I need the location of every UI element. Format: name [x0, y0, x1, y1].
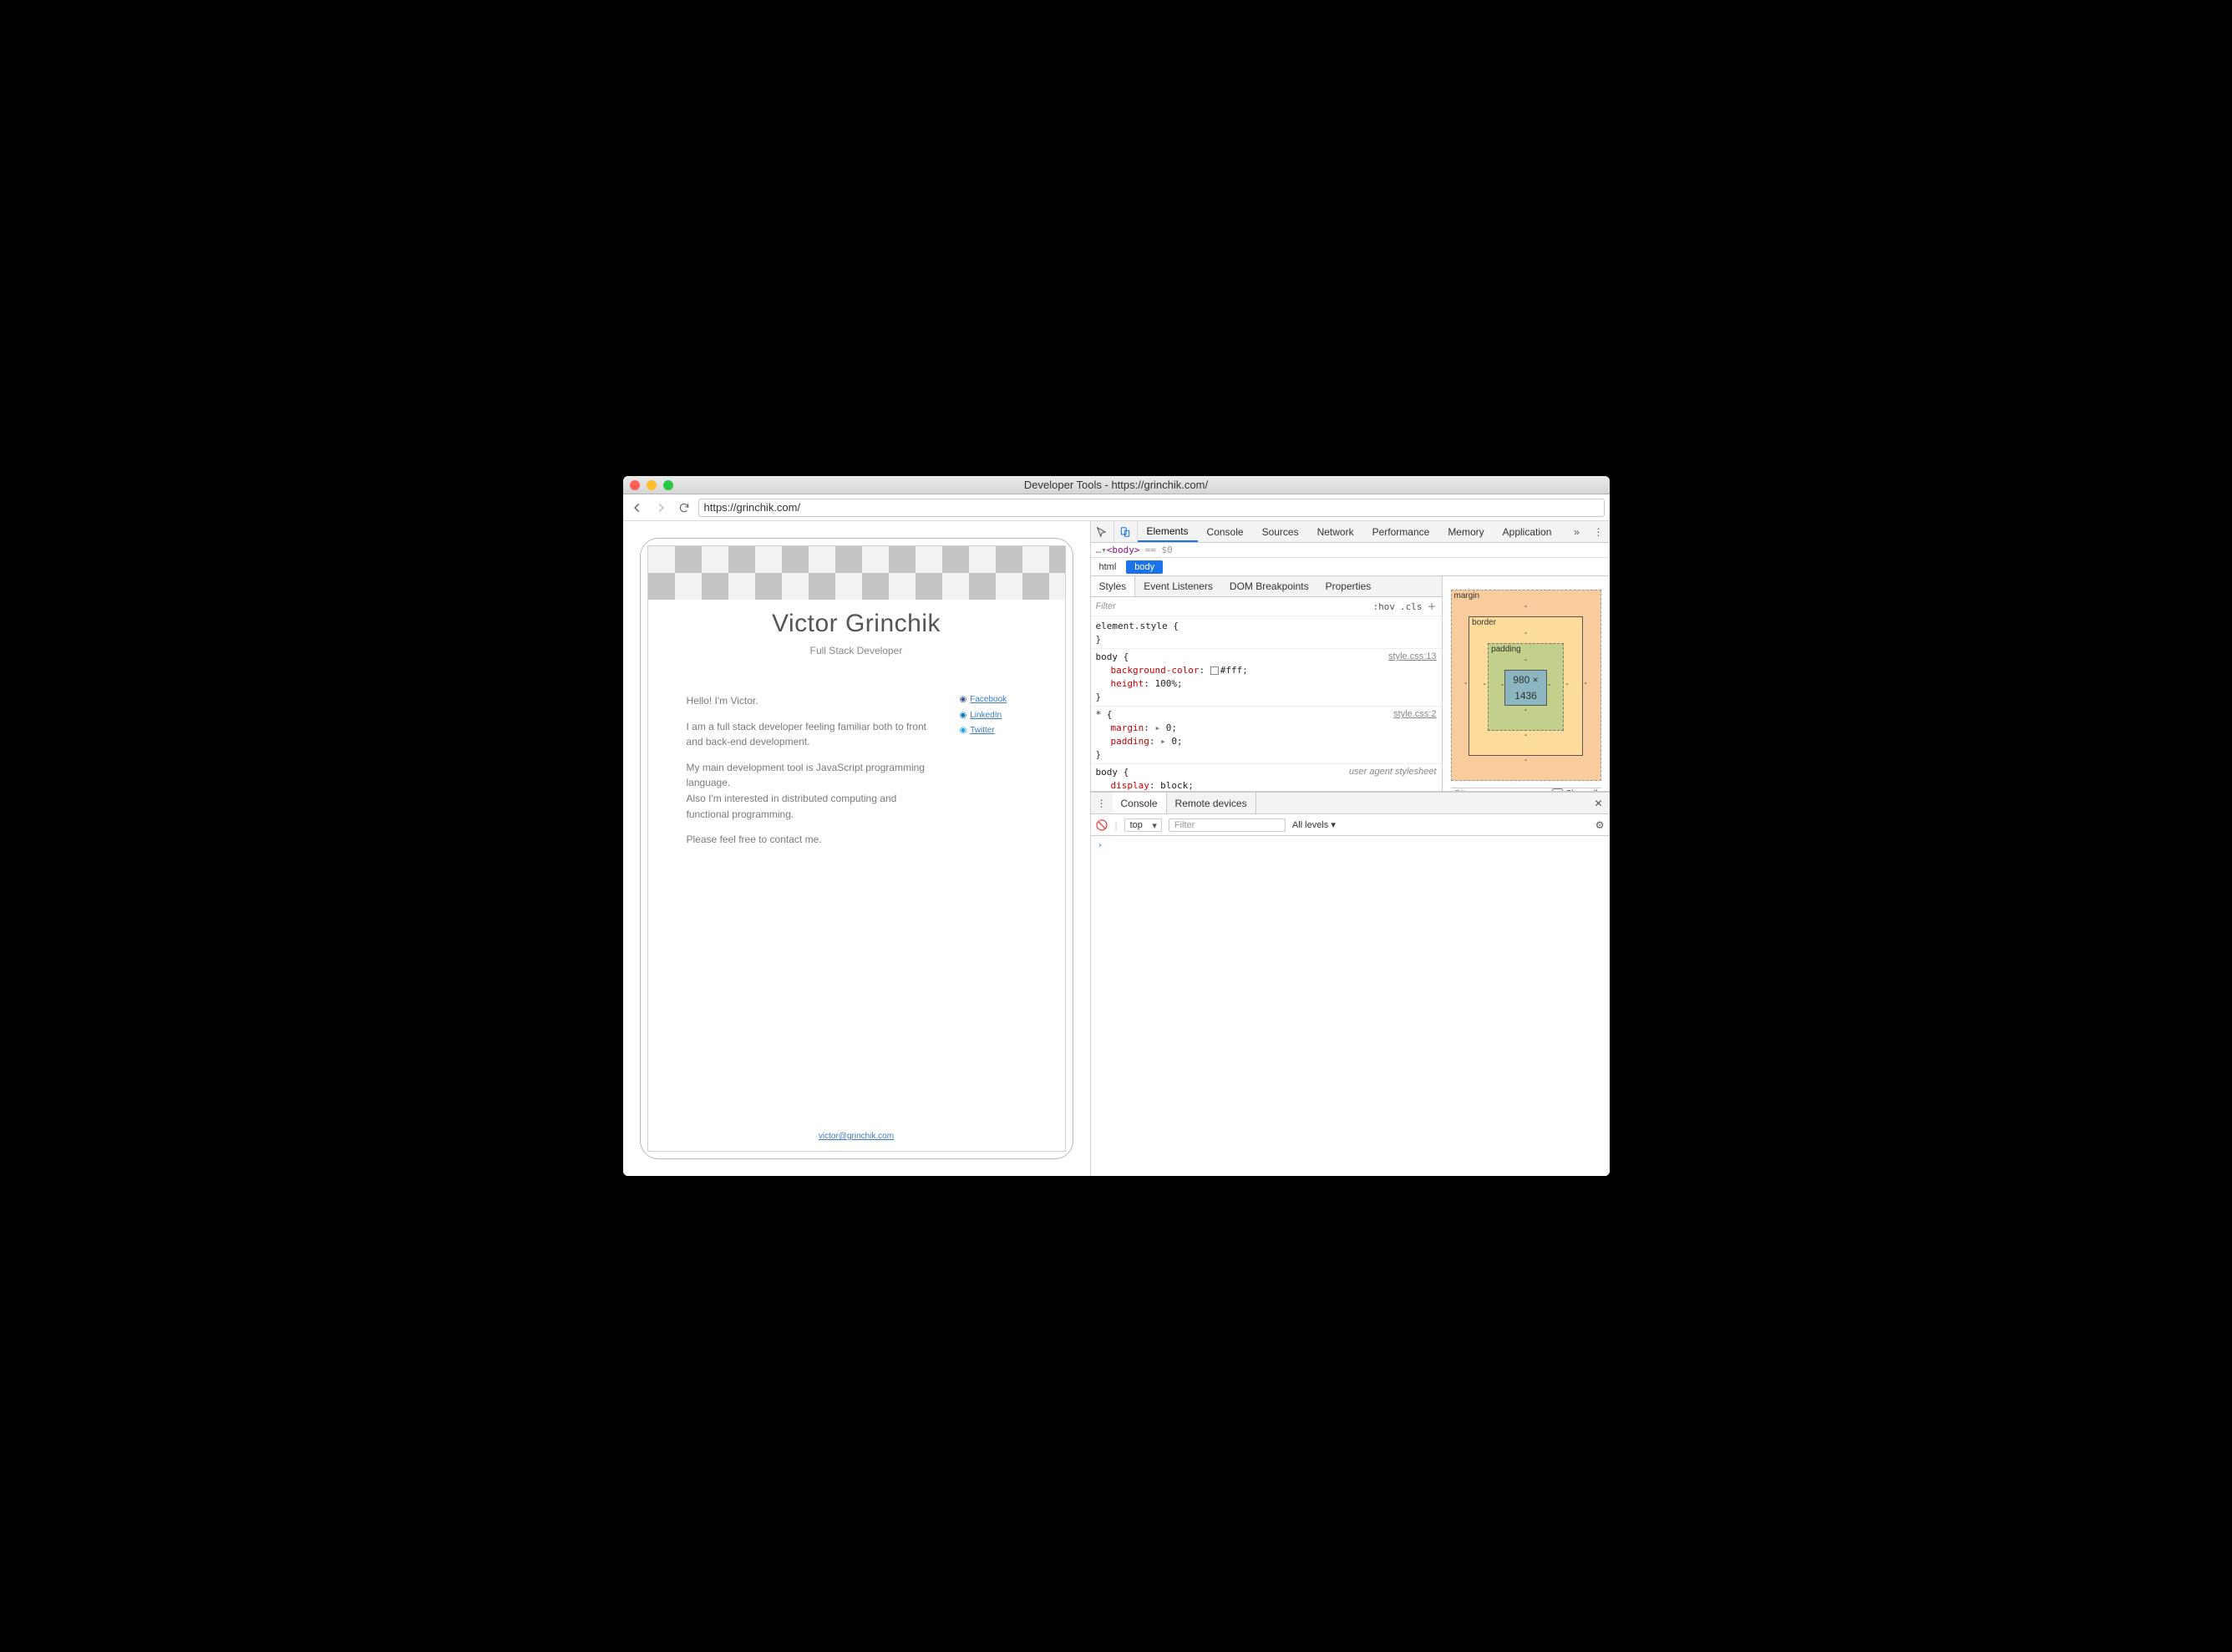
tabs-overflow-icon[interactable]: » — [1566, 526, 1588, 538]
paragraph: Please feel free to contact me. — [687, 832, 940, 848]
tab-performance[interactable]: Performance — [1363, 521, 1439, 542]
paragraph: My main development tool is JavaScript p… — [687, 760, 940, 822]
elements-selected-node[interactable]: …▾ <body> == $0 — [1091, 543, 1610, 558]
tab-memory[interactable]: Memory — [1438, 521, 1493, 542]
console-toolbar: 🚫 | top Filter All levels ▾ ⚙ — [1091, 814, 1610, 836]
subtab-properties[interactable]: Properties — [1317, 576, 1380, 596]
reload-button[interactable] — [675, 499, 693, 517]
minimize-window-button[interactable] — [647, 480, 657, 490]
devtools-menu-icon[interactable]: ⋮ — [1588, 526, 1610, 538]
facebook-icon: ◉ — [960, 693, 967, 707]
styles-subtabs: Styles Event Listeners DOM Breakpoints P… — [1091, 576, 1442, 597]
tab-elements[interactable]: Elements — [1138, 521, 1198, 542]
boxmodel-content[interactable]: 980 × 1436 — [1504, 670, 1548, 706]
crumb-html[interactable]: html — [1091, 560, 1125, 574]
vdivider: | — [1114, 819, 1117, 831]
page-paragraphs: Hello! I'm Victor. I am a full stack dev… — [687, 693, 940, 858]
social-label[interactable]: Twitter — [970, 724, 994, 737]
crumb-body[interactable]: body — [1126, 560, 1163, 574]
tab-network[interactable]: Network — [1308, 521, 1363, 542]
drawer-tab-remote-devices[interactable]: Remote devices — [1167, 793, 1256, 813]
boxmodel-padding[interactable]: padding - - 980 × 1436 - - — [1488, 643, 1564, 731]
page-heading: Victor Grinchik — [648, 610, 1065, 638]
boxmodel-margin[interactable]: margin - - border - - padding - - — [1451, 590, 1601, 781]
social-link[interactable]: ◉ Facebook — [960, 693, 1027, 707]
console-drawer: ⋮ Console Remote devices ✕ 🚫 | top Filte… — [1091, 792, 1610, 1176]
inspect-icon[interactable] — [1091, 521, 1114, 543]
social-link[interactable]: ◉ Twitter — [960, 724, 1027, 737]
main-split: Victor Grinchik Full Stack Developer Hel… — [623, 521, 1610, 1176]
console-filter-input[interactable]: Filter — [1169, 818, 1286, 832]
clear-console-icon[interactable]: 🚫 — [1096, 819, 1108, 831]
titlebar: Developer Tools - https://grinchik.com/ — [623, 476, 1610, 494]
console-body[interactable]: › — [1091, 836, 1610, 1176]
drawer-tabs: ⋮ Console Remote devices ✕ — [1091, 793, 1610, 814]
drawer-menu-icon[interactable]: ⋮ — [1091, 798, 1113, 809]
url-bar[interactable]: https://grinchik.com/ — [698, 499, 1605, 517]
url-text: https://grinchik.com/ — [704, 501, 801, 514]
email-link[interactable]: victor@grinchik.com — [819, 1132, 894, 1141]
maximize-window-button[interactable] — [663, 480, 673, 490]
traffic-lights — [623, 480, 673, 490]
dom-tag: <body> — [1107, 545, 1140, 555]
tab-console[interactable]: Console — [1198, 521, 1253, 542]
paragraph: Hello! I'm Victor. — [687, 693, 940, 709]
context-dropdown[interactable]: top — [1124, 818, 1162, 832]
social-label[interactable]: LinkedIn — [970, 709, 1002, 722]
social-label[interactable]: Facebook — [970, 693, 1007, 707]
styles-pane: Styles Event Listeners DOM Breakpoints P… — [1091, 576, 1443, 791]
devtools-window: Developer Tools - https://grinchik.com/ … — [623, 476, 1610, 1176]
devtools-panel: Elements Console Sources Network Perform… — [1091, 521, 1610, 1176]
device-toggle-icon[interactable] — [1114, 521, 1138, 543]
log-levels-dropdown[interactable]: All levels ▾ — [1292, 819, 1336, 830]
page-hero: Victor Grinchik Full Stack Developer — [648, 600, 1065, 663]
rendered-page[interactable]: Victor Grinchik Full Stack Developer Hel… — [647, 545, 1066, 1152]
boxmodel-pane: margin - - border - - padding - - — [1443, 576, 1610, 791]
sidebar-panes: Styles Event Listeners DOM Breakpoints P… — [1091, 576, 1610, 792]
viewport-panel: Victor Grinchik Full Stack Developer Hel… — [623, 521, 1091, 1176]
page-socials: ◉ Facebook ◉ LinkedIn ◉ Twitter — [960, 693, 1027, 858]
browser-toolbar: https://grinchik.com/ — [623, 494, 1610, 521]
tab-application[interactable]: Application — [1494, 521, 1561, 542]
page-content: Hello! I'm Victor. I am a full stack dev… — [648, 663, 1065, 858]
close-window-button[interactable] — [630, 480, 640, 490]
devtools-tabs: Elements Console Sources Network Perform… — [1091, 521, 1610, 543]
back-button[interactable] — [628, 499, 647, 517]
forward-button[interactable] — [652, 499, 670, 517]
subtab-event-listeners[interactable]: Event Listeners — [1135, 576, 1221, 596]
drawer-tab-console[interactable]: Console — [1113, 793, 1167, 813]
subtab-dom-breakpoints[interactable]: DOM Breakpoints — [1221, 576, 1317, 596]
device-frame: Victor Grinchik Full Stack Developer Hel… — [640, 538, 1073, 1159]
window-title: Developer Tools - https://grinchik.com/ — [623, 479, 1610, 491]
paragraph: I am a full stack developer feeling fami… — [687, 719, 940, 750]
console-prompt: › — [1098, 839, 1103, 850]
social-link[interactable]: ◉ LinkedIn — [960, 709, 1027, 722]
styles-filter-input[interactable]: Filter — [1096, 601, 1368, 611]
drawer-close-icon[interactable]: ✕ — [1588, 798, 1610, 809]
page-subtitle: Full Stack Developer — [648, 645, 1065, 656]
tab-sources[interactable]: Sources — [1253, 521, 1308, 542]
twitter-icon: ◉ — [960, 724, 967, 737]
css-rules: element.style {}style.css:13body {backgr… — [1091, 616, 1442, 791]
dom-breadcrumbs: html body — [1091, 558, 1610, 576]
page-header-pattern — [648, 546, 1065, 600]
page-footer: victor@grinchik.com — [648, 1119, 1065, 1151]
cls-toggle[interactable]: .cls — [1400, 601, 1423, 612]
hov-toggle[interactable]: :hov — [1373, 601, 1396, 612]
linkedin-icon: ◉ — [960, 709, 967, 722]
new-rule-button[interactable]: ＋ — [1428, 600, 1437, 613]
styles-filter-row: Filter :hov .cls ＋ — [1091, 597, 1442, 616]
subtab-styles[interactable]: Styles — [1091, 576, 1136, 596]
boxmodel-border[interactable]: border - - padding - - 980 × 1436 - — [1469, 616, 1583, 756]
console-settings-icon[interactable]: ⚙ — [1595, 819, 1605, 831]
